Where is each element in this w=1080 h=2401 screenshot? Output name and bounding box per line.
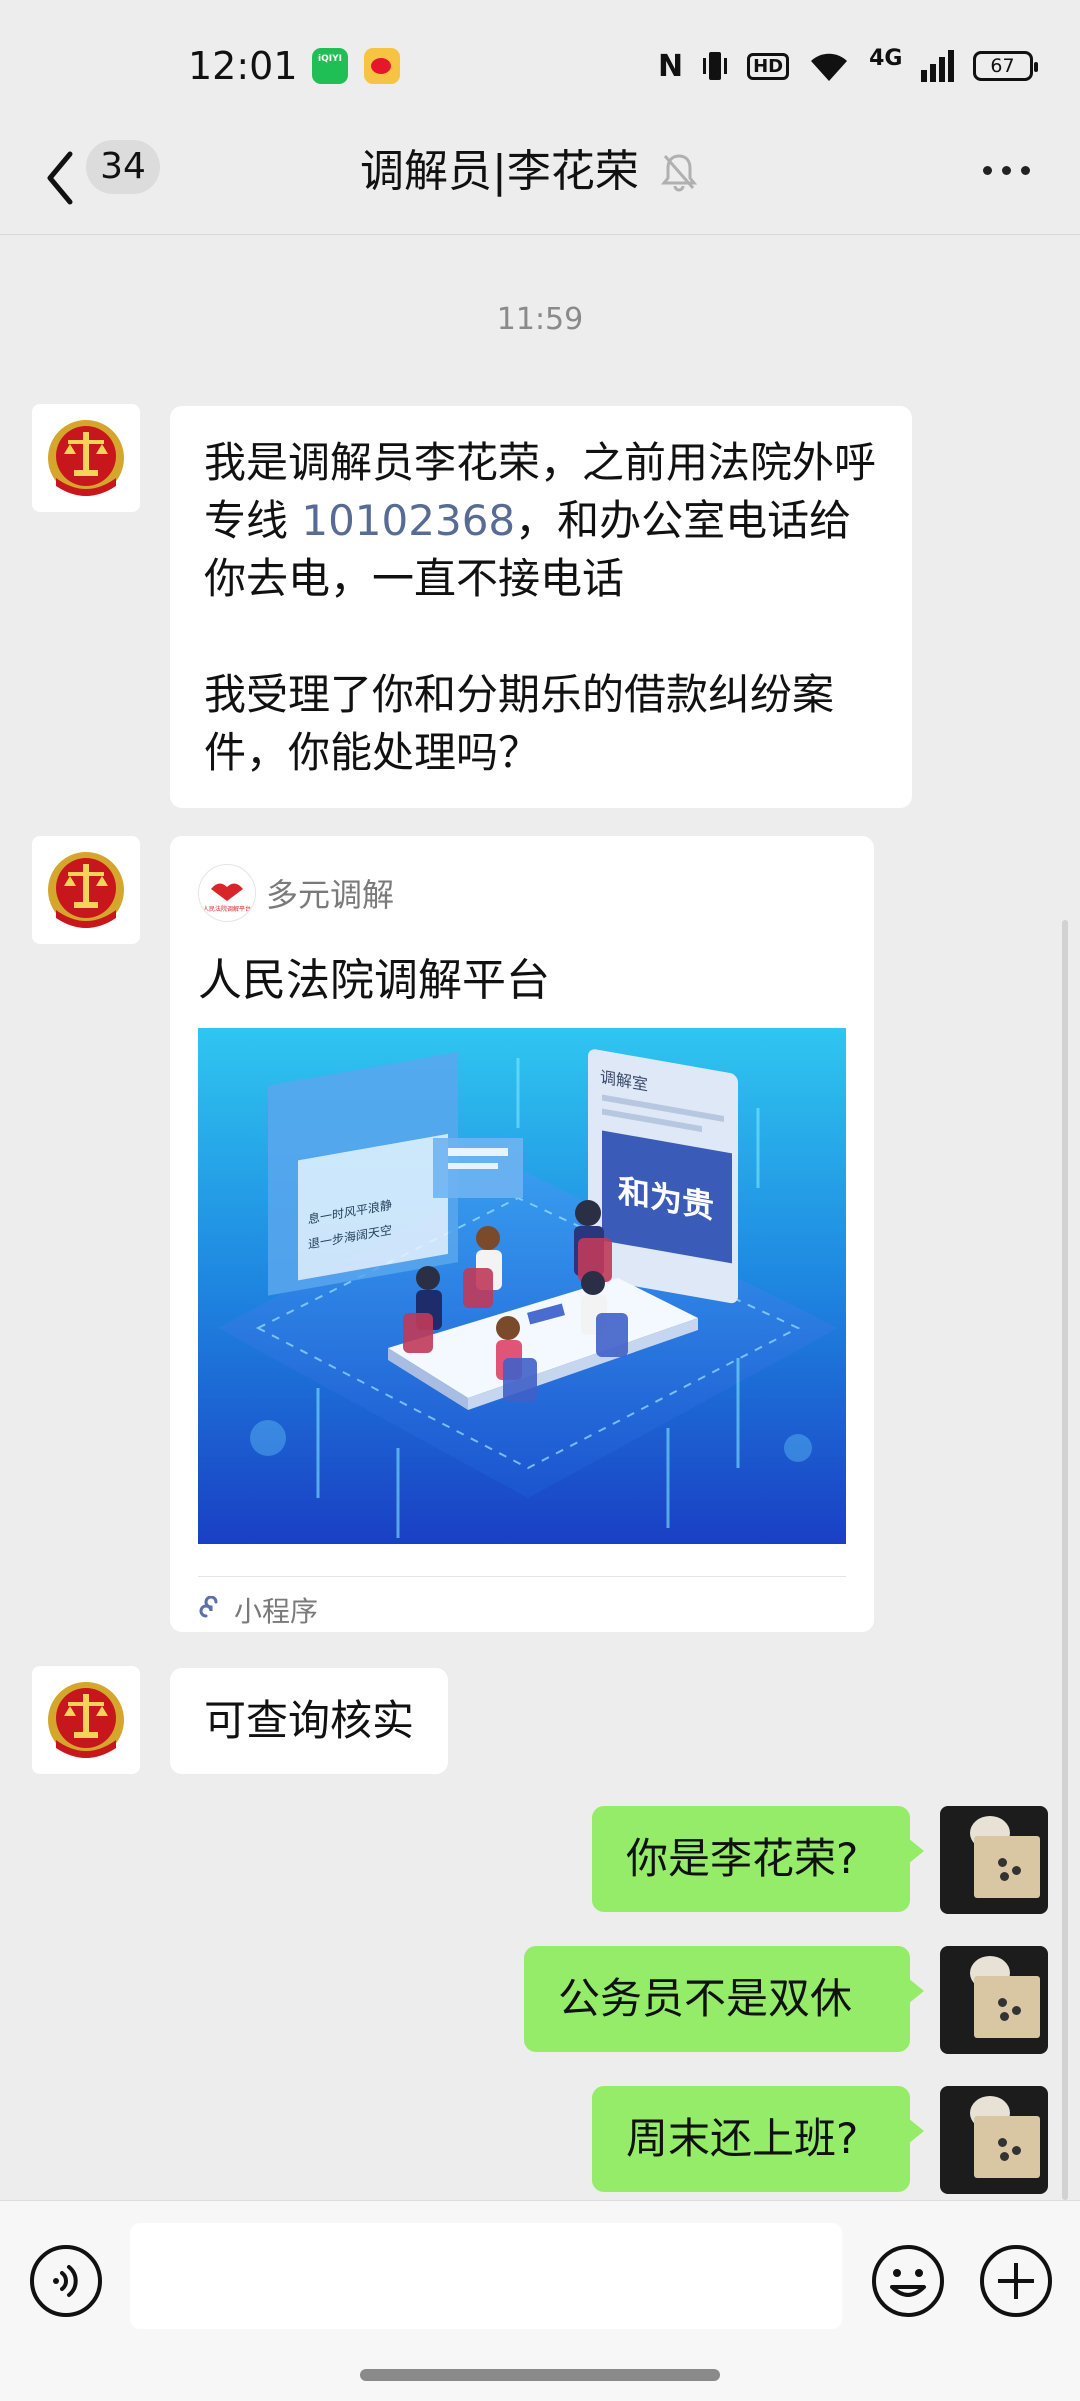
message-bubble[interactable]: 我是调解员李花荣，之前用法院外呼专线 10102368，和办公室电话给你去电，一… (170, 406, 912, 808)
message-bubble[interactable]: 可查询核实 (170, 1668, 449, 1774)
unread-count-badge[interactable]: 34 (86, 140, 160, 194)
chat-header: 34 调解员|李花荣 (0, 130, 1080, 235)
voice-icon[interactable] (28, 2243, 104, 2319)
mini-program-label: 小程序 (234, 1595, 319, 1628)
mediation-logo-icon: 人民法院调解平台 (198, 864, 256, 922)
message-text: 我受理了你和分期乐的借款纠纷案件，你能处理吗？ (204, 670, 835, 777)
chat-title: 调解员|李花荣 (360, 146, 639, 197)
status-icons: N HD 4G 67 (658, 45, 1038, 86)
nfc-icon: N (658, 48, 684, 84)
mini-program-source: 多元调解 (266, 876, 395, 914)
status-bar: 12:01 iQIYI N HD 4G 67 (0, 0, 1080, 130)
svg-text:人民法院调解平台: 人民法院调解平台 (203, 905, 251, 913)
card-divider (198, 1576, 846, 1577)
input-bar (0, 2200, 1080, 2401)
message-input[interactable] (130, 2223, 842, 2329)
message-text: 我是调解员李花荣，之前用法院外呼专线 10102368，和办公室电话给你去电，一… (204, 438, 877, 603)
message-bubble[interactable]: 你是李花荣? (592, 1806, 924, 1912)
avatar[interactable] (32, 1666, 140, 1774)
avatar[interactable] (940, 1806, 1048, 1914)
chat-title-wrap: 调解员|李花荣 (360, 140, 697, 204)
court-emblem-icon (48, 852, 124, 928)
avatar[interactable] (32, 404, 140, 512)
home-indicator[interactable] (360, 2369, 720, 2381)
mute-icon (660, 154, 697, 192)
mediation-illustration: 息一时风平浪静 退一步海阔天空 调解室 和为贵 (198, 1028, 846, 1544)
mini-program-title: 人民法院调解平台 (198, 955, 550, 1006)
mini-program-card[interactable]: 人民法院调解平台 多元调解 人民法院调解平台 息一时风平浪静 退一步海阔天空 调… (170, 836, 874, 1632)
back-icon[interactable] (40, 148, 80, 208)
court-emblem-icon (48, 420, 124, 496)
avatar[interactable] (940, 1946, 1048, 2054)
hd-icon: HD (747, 52, 790, 80)
wifi-icon (811, 53, 848, 81)
battery-indicator: 67 (972, 51, 1038, 81)
emoji-icon[interactable] (870, 2243, 946, 2319)
vibrate-icon (703, 52, 728, 80)
mini-program-footer: 小程序 (198, 1590, 318, 1630)
plus-icon[interactable] (978, 2243, 1054, 2319)
avatar[interactable] (32, 836, 140, 944)
weibo-app-icon (364, 48, 400, 84)
message-bubble[interactable]: 周末还上班? (592, 2086, 924, 2192)
status-time: 12:01 (188, 44, 298, 88)
signal-icon (920, 50, 954, 82)
iqiyi-app-icon: iQIYI (312, 48, 348, 84)
avatar[interactable] (940, 2086, 1048, 2194)
more-icon[interactable] (983, 166, 1030, 175)
scrollbar[interactable] (1062, 920, 1068, 2200)
mini-program-icon (199, 1596, 218, 1618)
network-type: 4G (869, 45, 903, 71)
message-timestamp: 11:59 (496, 302, 584, 337)
phone-number-link[interactable]: 10102368 (301, 496, 515, 545)
message-bubble[interactable]: 公务员不是双休 (524, 1946, 924, 2052)
court-emblem-icon (48, 1682, 124, 1758)
